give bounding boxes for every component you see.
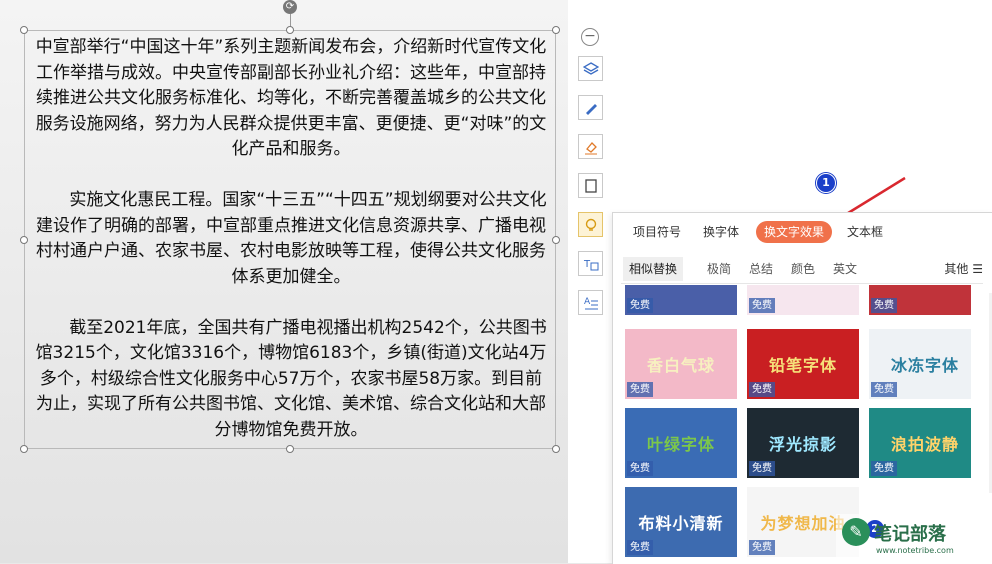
free-badge: 免费 <box>627 382 653 397</box>
free-badge: 免费 <box>871 382 897 397</box>
free-badge: 免费 <box>749 540 775 555</box>
other-menu[interactable]: 其他 ☰ <box>944 257 983 281</box>
free-badge: 免费 <box>627 298 653 313</box>
effect-tile-label: 浮光掠影 <box>768 435 837 454</box>
watermark-title: 笔记部落 <box>874 524 946 545</box>
subtab-minimal[interactable]: 极简 <box>701 257 737 281</box>
subtab-english[interactable]: 英文 <box>827 257 863 281</box>
subtab-summary[interactable]: 总结 <box>743 257 779 281</box>
text-style-panel: 项目符号 换字体 换文字效果 文本框 相似替换 极简 总结 颜色 英文 其他 ☰… <box>612 212 992 564</box>
free-badge: 免费 <box>871 298 897 313</box>
free-badge: 免费 <box>749 298 775 313</box>
effect-tile-label: 铅笔字体 <box>768 356 837 375</box>
effect-tile[interactable]: 浪拍波静免费 <box>869 408 971 478</box>
effect-tile[interactable]: 免费 <box>747 285 859 315</box>
panel-subtabs: 相似替换 极简 总结 颜色 英文 其他 ☰ <box>621 257 992 281</box>
effect-tile[interactable]: 冰冻字体免费 <box>869 329 971 399</box>
panel-tabs: 项目符号 换字体 换文字效果 文本框 <box>613 221 992 245</box>
free-badge: 免费 <box>627 461 653 476</box>
subtab-color[interactable]: 颜色 <box>785 257 821 281</box>
free-badge: 免费 <box>749 461 775 476</box>
effect-tile-label: 香白气球 <box>646 356 715 375</box>
subtab-similar[interactable]: 相似替换 <box>623 257 684 281</box>
free-badge: 免费 <box>627 540 653 555</box>
tab-text-box[interactable]: 文本框 <box>839 221 891 243</box>
tab-change-text-effect[interactable]: 换文字效果 <box>756 221 833 243</box>
effect-tile[interactable]: 浮光掠影免费 <box>747 408 859 478</box>
effect-tile[interactable]: 布料小清新免费 <box>625 487 737 557</box>
tab-bullets[interactable]: 项目符号 <box>625 221 689 243</box>
watermark-logo-icon: ✎ <box>842 518 870 546</box>
effect-tile-label: 为梦想加油 <box>760 514 846 533</box>
effect-tile[interactable]: 香白气球免费 <box>625 329 737 399</box>
free-badge: 免费 <box>871 461 897 476</box>
effect-tile[interactable]: 铅笔字体免费 <box>747 329 859 399</box>
effect-tile-label: 冰冻字体 <box>890 356 959 375</box>
effect-tile[interactable]: 免费 <box>869 285 971 315</box>
tab-change-font[interactable]: 换字体 <box>695 221 747 243</box>
subtab-divider <box>621 283 983 284</box>
effect-tile[interactable]: 叶绿字体免费 <box>625 408 737 478</box>
effect-tile-label: 叶绿字体 <box>646 435 715 454</box>
effect-tile-label: 浪拍波静 <box>890 435 959 454</box>
watermark-url: www.notetribe.com <box>876 546 954 555</box>
free-badge: 免费 <box>749 382 775 397</box>
effect-tile[interactable]: 免费 <box>625 285 737 315</box>
effect-tile-label: 布料小清新 <box>638 514 724 533</box>
